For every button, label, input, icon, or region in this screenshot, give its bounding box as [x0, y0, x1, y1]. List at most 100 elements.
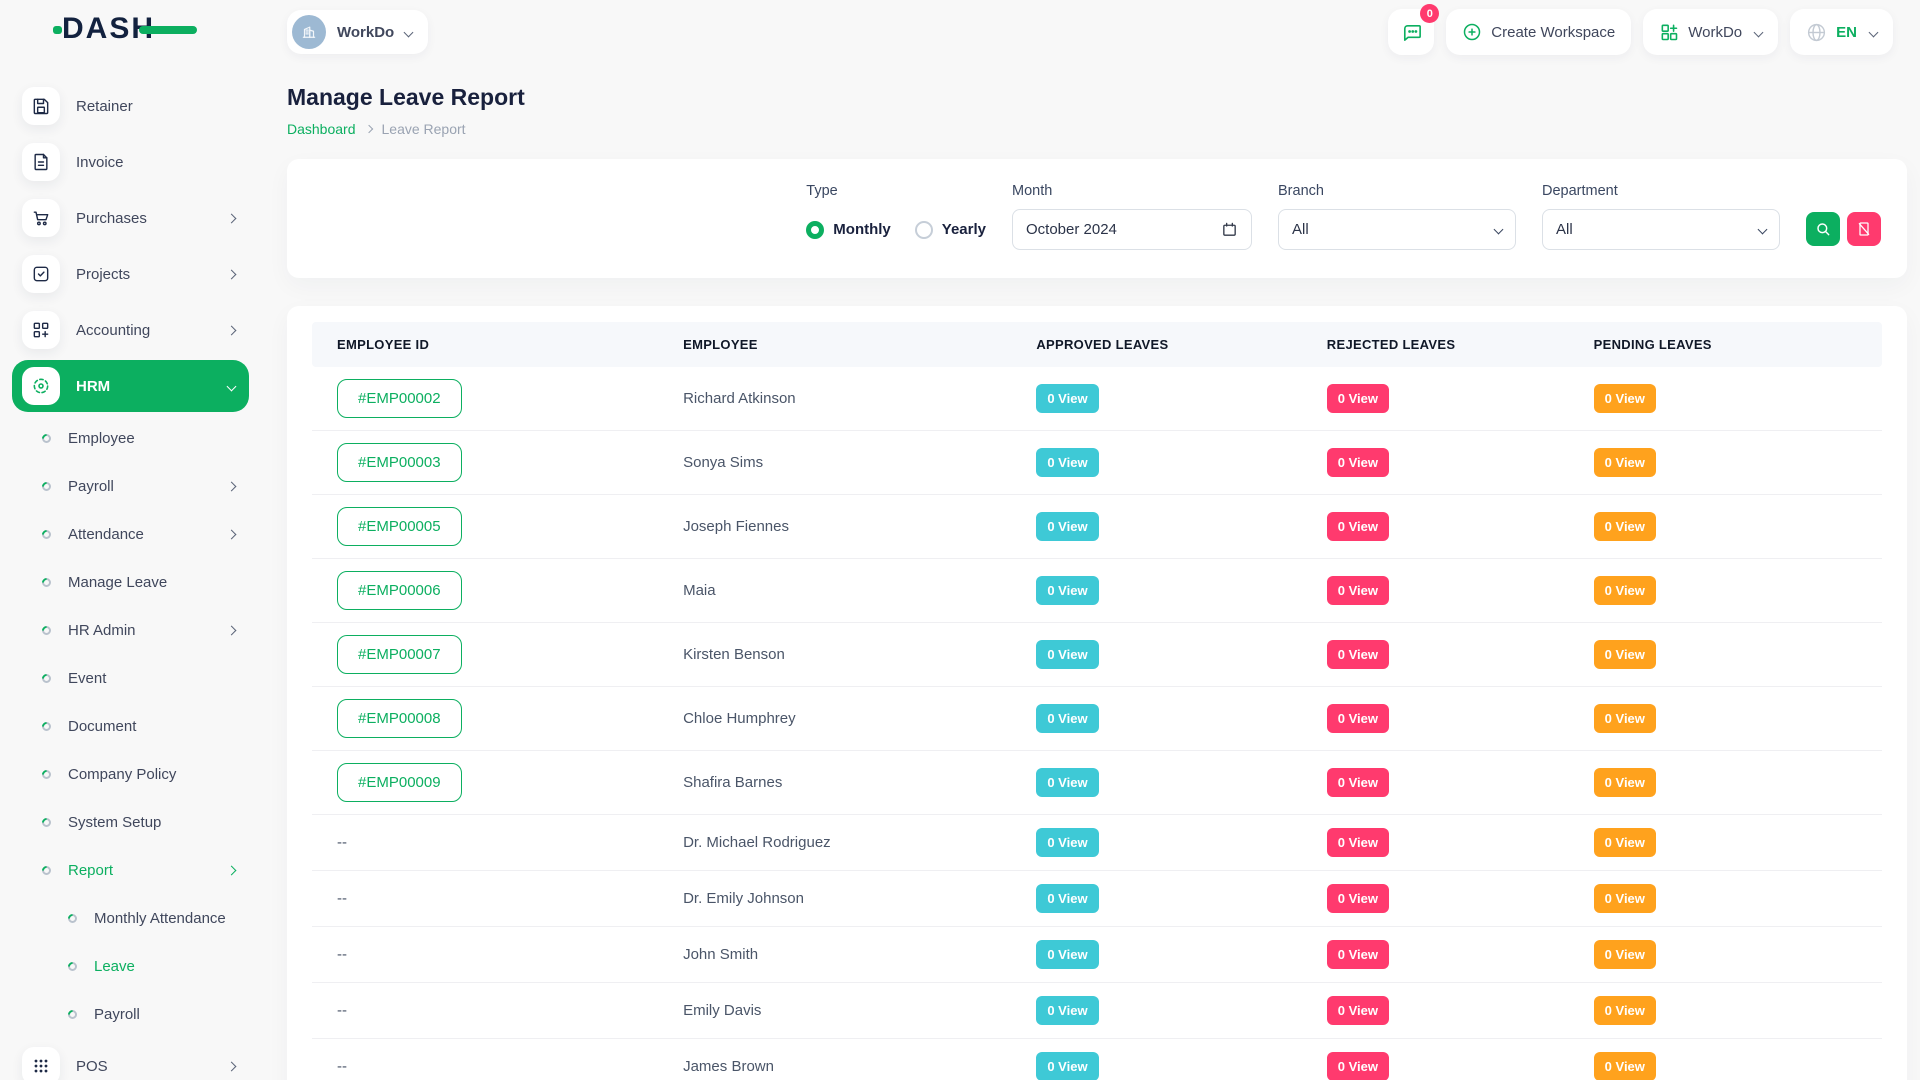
rejected-view-badge[interactable]: 0 View	[1327, 940, 1389, 969]
reset-button[interactable]	[1847, 212, 1881, 246]
rejected-view-badge[interactable]: 0 View	[1327, 768, 1389, 797]
sidebar-item-accounting[interactable]: Accounting	[12, 302, 249, 358]
approved-view-badge[interactable]: 0 View	[1036, 448, 1098, 477]
sidebar-item-label: Manage Leave	[68, 574, 167, 591]
employee-name: Richard Atkinson	[683, 390, 796, 407]
pending-view-badge[interactable]: 0 View	[1594, 768, 1656, 797]
approved-view-badge[interactable]: 0 View	[1036, 384, 1098, 413]
approved-view-badge[interactable]: 0 View	[1036, 940, 1098, 969]
branch-select[interactable]: All	[1278, 209, 1516, 250]
sidebar-item-company-policy[interactable]: Company Policy	[12, 750, 249, 798]
sidebar-item-label: Employee	[68, 430, 135, 447]
create-workspace-button[interactable]: Create Workspace	[1446, 9, 1631, 55]
col-employee: EMPLOYEE	[673, 322, 1026, 367]
sidebar-item-hr-admin[interactable]: HR Admin	[12, 606, 249, 654]
messages-button[interactable]: 0	[1388, 9, 1434, 55]
bullet-icon	[40, 672, 53, 685]
messages-count-badge: 0	[1420, 4, 1439, 23]
employee-id-badge[interactable]: #EMP00007	[337, 635, 462, 674]
employee-id-badge[interactable]: #EMP00009	[337, 763, 462, 802]
rejected-view-badge[interactable]: 0 View	[1327, 996, 1389, 1025]
leave-report-table-card: EMPLOYEE ID EMPLOYEE APPROVED LEAVES REJ…	[287, 306, 1907, 1080]
rejected-view-badge[interactable]: 0 View	[1327, 640, 1389, 669]
month-input[interactable]: October 2024	[1012, 209, 1252, 250]
rejected-view-badge[interactable]: 0 View	[1327, 828, 1389, 857]
sidebar-item-employee[interactable]: Employee	[12, 414, 249, 462]
sidebar-item-report[interactable]: Report	[12, 846, 249, 894]
pending-view-badge[interactable]: 0 View	[1594, 996, 1656, 1025]
sidebar-item-attendance[interactable]: Attendance	[12, 510, 249, 558]
sidebar-item-event[interactable]: Event	[12, 654, 249, 702]
employee-id-badge[interactable]: #EMP00003	[337, 443, 462, 482]
pending-view-badge[interactable]: 0 View	[1594, 640, 1656, 669]
pending-view-badge[interactable]: 0 View	[1594, 940, 1656, 969]
rejected-view-badge[interactable]: 0 View	[1327, 1052, 1389, 1080]
rejected-view-badge[interactable]: 0 View	[1327, 576, 1389, 605]
employee-name: James Brown	[683, 1058, 774, 1075]
dash-logo[interactable]: DASH	[62, 14, 155, 44]
chevron-right-icon	[227, 213, 237, 223]
sidebar-item-manage-leave[interactable]: Manage Leave	[12, 558, 249, 606]
approved-view-badge[interactable]: 0 View	[1036, 884, 1098, 913]
grid-plus-icon	[22, 311, 60, 349]
chevron-right-icon	[227, 865, 237, 875]
pending-view-badge[interactable]: 0 View	[1594, 704, 1656, 733]
sidebar-item-document[interactable]: Document	[12, 702, 249, 750]
language-selector[interactable]: EN	[1790, 9, 1893, 55]
sidebar-item-payroll[interactable]: Payroll	[12, 462, 249, 510]
sidebar-item-label: POS	[76, 1058, 108, 1075]
pending-view-badge[interactable]: 0 View	[1594, 884, 1656, 913]
sidebar-item-leave[interactable]: Leave	[12, 942, 249, 990]
sidebar-item-report-payroll[interactable]: Payroll	[12, 990, 249, 1038]
sidebar-item-retainer[interactable]: Retainer	[12, 78, 249, 134]
rejected-view-badge[interactable]: 0 View	[1327, 384, 1389, 413]
sidebar-item-monthly-attendance[interactable]: Monthly Attendance	[12, 894, 249, 942]
sidebar-item-label: Accounting	[76, 322, 150, 339]
breadcrumb: Dashboard Leave Report	[287, 121, 1907, 137]
department-select[interactable]: All	[1542, 209, 1780, 250]
bullet-icon	[40, 624, 53, 637]
workspace-menu-label: WorkDo	[1688, 24, 1742, 41]
rejected-view-badge[interactable]: 0 View	[1327, 512, 1389, 541]
rejected-view-badge[interactable]: 0 View	[1327, 704, 1389, 733]
employee-id-badge[interactable]: #EMP00008	[337, 699, 462, 738]
sidebar-item-system-setup[interactable]: System Setup	[12, 798, 249, 846]
approved-view-badge[interactable]: 0 View	[1036, 640, 1098, 669]
pending-view-badge[interactable]: 0 View	[1594, 1052, 1656, 1080]
search-button[interactable]	[1806, 212, 1840, 246]
approved-view-badge[interactable]: 0 View	[1036, 576, 1098, 605]
sidebar-item-pos[interactable]: POS	[12, 1038, 249, 1080]
pending-view-badge[interactable]: 0 View	[1594, 448, 1656, 477]
radio-monthly[interactable]: Monthly	[806, 221, 891, 239]
approved-view-badge[interactable]: 0 View	[1036, 996, 1098, 1025]
approved-view-badge[interactable]: 0 View	[1036, 768, 1098, 797]
bullet-icon	[40, 528, 53, 541]
breadcrumb-dashboard-link[interactable]: Dashboard	[287, 121, 356, 137]
pending-view-badge[interactable]: 0 View	[1594, 384, 1656, 413]
approved-view-badge[interactable]: 0 View	[1036, 704, 1098, 733]
approved-view-badge[interactable]: 0 View	[1036, 1052, 1098, 1080]
rejected-view-badge[interactable]: 0 View	[1327, 448, 1389, 477]
employee-id-badge[interactable]: #EMP00005	[337, 507, 462, 546]
bullet-icon	[66, 1008, 79, 1021]
rejected-view-badge[interactable]: 0 View	[1327, 884, 1389, 913]
workspace-menu-button[interactable]: WorkDo	[1643, 9, 1778, 55]
approved-view-badge[interactable]: 0 View	[1036, 828, 1098, 857]
sidebar-item-projects[interactable]: Projects	[12, 246, 249, 302]
globe-icon	[1806, 22, 1827, 43]
sidebar-item-hrm[interactable]: HRM	[12, 360, 249, 412]
pending-view-badge[interactable]: 0 View	[1594, 512, 1656, 541]
pending-view-badge[interactable]: 0 View	[1594, 576, 1656, 605]
workspace-name: WorkDo	[337, 24, 394, 41]
radio-yearly[interactable]: Yearly	[915, 221, 986, 239]
check-square-icon	[22, 255, 60, 293]
employee-id-badge[interactable]: #EMP00006	[337, 571, 462, 610]
approved-view-badge[interactable]: 0 View	[1036, 512, 1098, 541]
pending-view-badge[interactable]: 0 View	[1594, 828, 1656, 857]
employee-id-badge[interactable]: #EMP00002	[337, 379, 462, 418]
sidebar-item-purchases[interactable]: Purchases	[12, 190, 249, 246]
workspace-selector[interactable]: WorkDo	[287, 10, 428, 54]
hrm-hub-icon	[22, 367, 60, 405]
col-approved-leaves: APPROVED LEAVES	[1026, 322, 1316, 367]
sidebar-item-invoice[interactable]: Invoice	[12, 134, 249, 190]
